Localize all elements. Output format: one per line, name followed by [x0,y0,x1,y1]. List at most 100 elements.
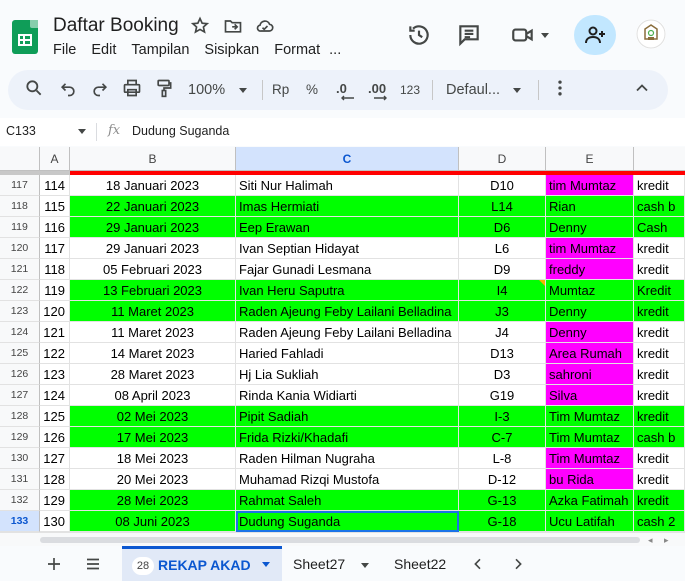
cell-name[interactable]: Raden Ajeung Feby Lailani Belladina [236,301,459,322]
cell-name[interactable]: Pipit Sadiah [236,406,459,427]
cloud-status-icon[interactable] [254,16,274,36]
menu-more[interactable]: ... [329,42,341,58]
cell-date[interactable]: 02 Mei 2023 [70,406,236,427]
row-header[interactable]: 118 [0,196,40,217]
cell-unit[interactable]: L14 [459,196,546,217]
redo-icon[interactable] [90,78,110,98]
row-header[interactable]: 129 [0,427,40,448]
cell-payment[interactable]: Kredit [634,280,685,301]
currency-format-button[interactable]: Rp [272,82,289,97]
search-menus-icon[interactable] [24,78,44,98]
cell-unit[interactable]: J3 [459,301,546,322]
cell-payment[interactable]: kredit [634,364,685,385]
decrease-decimal-button[interactable]: .0 [336,81,354,101]
cell-marketing[interactable]: Ucu Latifah [546,511,634,532]
cell-a[interactable]: 120 [40,301,70,322]
menu-view[interactable]: Tampilan [131,42,189,58]
cell-payment[interactable]: kredit [634,385,685,406]
name-box-chevron-icon[interactable] [78,129,86,134]
cell-date[interactable]: 11 Maret 2023 [70,322,236,343]
row-header[interactable]: 121 [0,259,40,280]
cell-marketing[interactable]: Tim Mumtaz [546,406,634,427]
font-select[interactable]: Defaul... [446,82,500,98]
cell-name[interactable]: Hj Lia Sukliah [236,364,459,385]
share-button[interactable] [574,15,616,55]
scrollbar-thumb[interactable] [40,537,640,543]
cell-name[interactable]: Muhamad Rizqi Mustofa [236,469,459,490]
cell-date[interactable]: 18 Januari 2023 [70,175,236,196]
column-header-c[interactable]: C [236,147,459,171]
cell-date[interactable]: 22 Januari 2023 [70,196,236,217]
cell-a[interactable]: 125 [40,406,70,427]
print-icon[interactable] [122,78,142,98]
cell-marketing[interactable]: tim Mumtaz [546,175,634,196]
cell-a[interactable]: 123 [40,364,70,385]
cell-a[interactable]: 118 [40,259,70,280]
cell-date[interactable]: 13 Februari 2023 [70,280,236,301]
cell-name[interactable]: Frida Rizki/Khadafi [236,427,459,448]
comments-icon[interactable] [456,22,482,48]
more-options-icon[interactable] [550,78,570,98]
sheets-logo-icon[interactable] [12,20,38,54]
row-header[interactable]: 133 [0,511,40,532]
cell-date[interactable]: 17 Mei 2023 [70,427,236,448]
cell-date[interactable]: 08 April 2023 [70,385,236,406]
tab-chevron-down-icon[interactable] [262,562,270,567]
star-icon[interactable] [190,16,210,36]
row-header[interactable]: 126 [0,364,40,385]
meet-video-icon[interactable] [510,22,536,48]
row-header[interactable]: 128 [0,406,40,427]
cell-name[interactable]: Fajar Gunadi Lesmana [236,259,459,280]
spreadsheet-grid[interactable]: A B C D E 117 114 18 Januari 2023 Siti Nur … [0,147,685,532]
cell-marketing[interactable]: Denny [546,301,634,322]
cell-date[interactable]: 05 Februari 2023 [70,259,236,280]
tab-sheet27-chevron-down-icon[interactable] [361,563,369,568]
column-header-e[interactable]: E [546,147,634,171]
cell-unit[interactable]: D-12 [459,469,546,490]
cell-a[interactable]: 128 [40,469,70,490]
row-header[interactable]: 119 [0,217,40,238]
cell-marketing[interactable]: Area Rumah [546,343,634,364]
cell-a[interactable]: 116 [40,217,70,238]
cell-a[interactable]: 127 [40,448,70,469]
cell-marketing[interactable]: Rian [546,196,634,217]
row-header[interactable]: 125 [0,343,40,364]
cell-date[interactable]: 28 Maret 2023 [70,364,236,385]
column-header-a[interactable]: A [40,147,70,171]
row-header[interactable]: 122 [0,280,40,301]
paint-format-icon[interactable] [154,78,174,98]
cell-unit[interactable]: L6 [459,238,546,259]
cell-a[interactable]: 117 [40,238,70,259]
cell-name[interactable]: Raden Hilman Nugraha [236,448,459,469]
cell-payment[interactable]: kredit [634,469,685,490]
percent-format-button[interactable]: % [306,82,318,97]
cell-date[interactable]: 18 Mei 2023 [70,448,236,469]
column-header-b[interactable]: B [70,147,236,171]
horizontal-scrollbar[interactable]: ◂ ▸ [0,532,685,546]
undo-icon[interactable] [58,78,78,98]
previous-sheet-icon[interactable] [470,555,486,576]
cell-a[interactable]: 124 [40,385,70,406]
row-header[interactable]: 130 [0,448,40,469]
cell-unit[interactable]: J4 [459,322,546,343]
cell-a[interactable]: 130 [40,511,70,532]
version-history-icon[interactable] [406,22,432,48]
cell-payment[interactable]: kredit [634,343,685,364]
cell-a[interactable]: 121 [40,322,70,343]
cell-a[interactable]: 122 [40,343,70,364]
column-header-f[interactable] [634,147,685,171]
cell-unit[interactable]: G-13 [459,490,546,511]
cell-marketing[interactable]: Denny [546,217,634,238]
tab-rekap-akad[interactable]: 28 REKAP AKAD [122,546,282,581]
cell-marketing[interactable]: Tim Mumtaz [546,427,634,448]
cell-payment[interactable]: kredit [634,490,685,511]
row-header[interactable]: 120 [0,238,40,259]
cell-a[interactable]: 126 [40,427,70,448]
cell-a[interactable]: 115 [40,196,70,217]
formula-input[interactable]: Dudung Suganda [132,124,229,138]
cell-name[interactable]: Imas Hermiati [236,196,459,217]
column-header-d[interactable]: D [459,147,546,171]
cell-unit[interactable]: D3 [459,364,546,385]
cell-unit[interactable]: G-18 [459,511,546,532]
menu-insert[interactable]: Sisipkan [204,42,259,58]
